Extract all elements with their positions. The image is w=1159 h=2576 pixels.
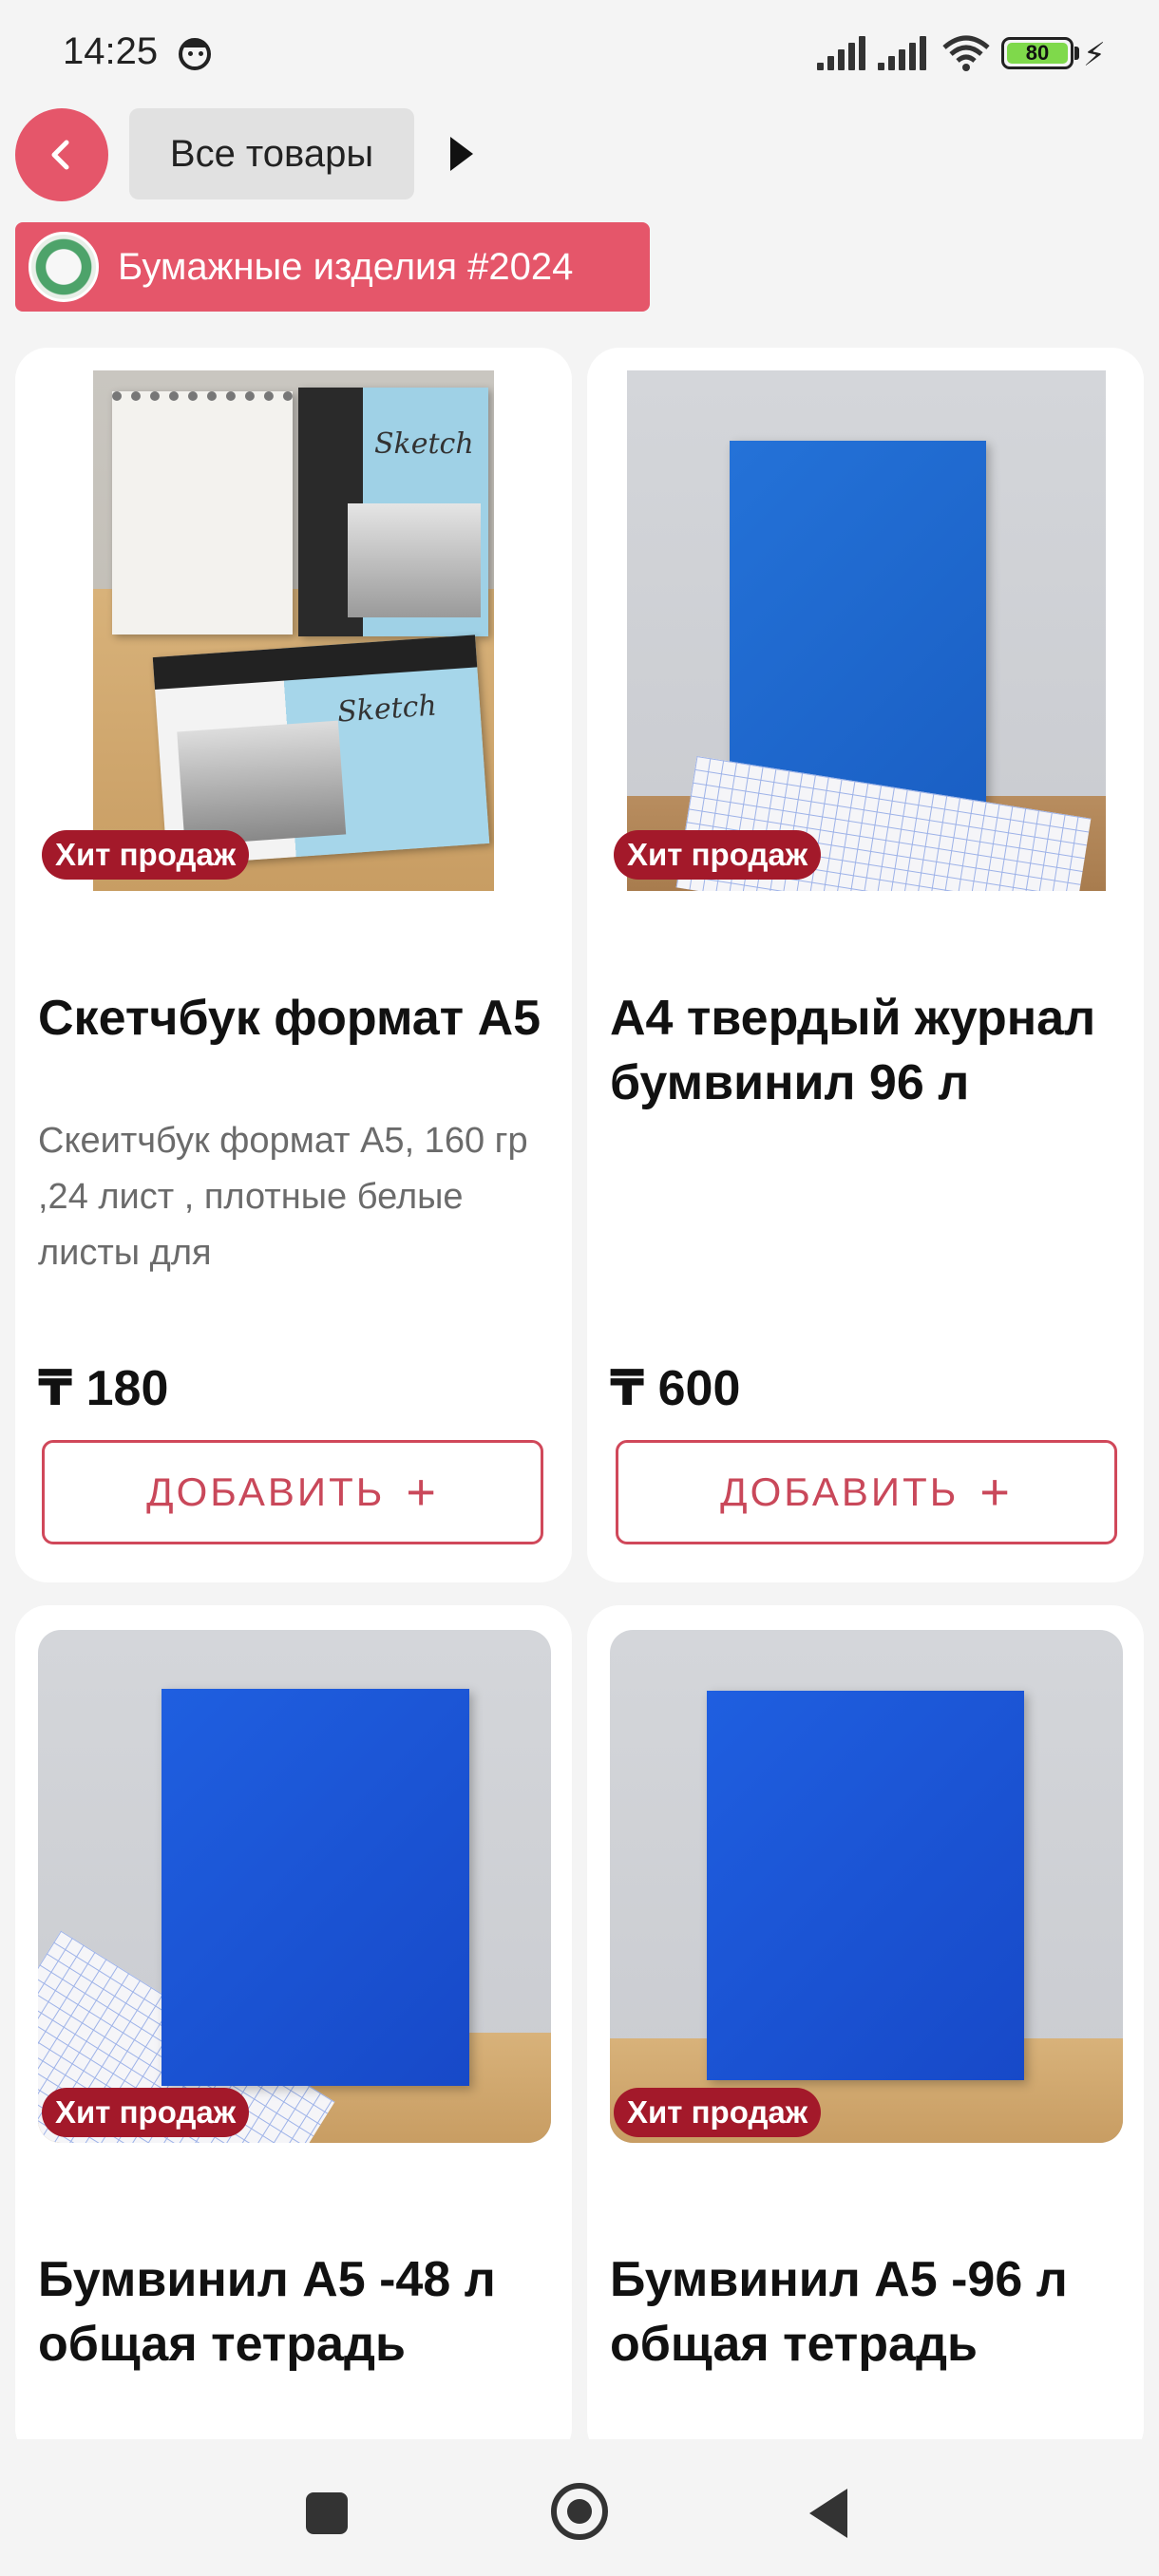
product-image[interactable]	[38, 1630, 551, 2143]
product-card[interactable]: Хит продаж А4 твердый журнал бумвинил 96…	[587, 348, 1144, 1582]
back-button[interactable]	[15, 108, 108, 201]
blue-notebook-illustration	[707, 1691, 1024, 2080]
product-price: ₸ 180	[38, 1361, 169, 1416]
chevron-left-icon	[51, 140, 69, 170]
charging-icon: ⚡	[1083, 37, 1106, 73]
play-icon[interactable]	[450, 137, 473, 171]
product-image[interactable]	[627, 370, 1106, 891]
status-bar: 14:25 80 ⚡	[0, 0, 1159, 104]
notification-face-icon	[179, 38, 211, 70]
category-chip[interactable]: Бумажные изделия #2024	[15, 222, 650, 312]
all-products-button[interactable]: Все товары	[129, 108, 414, 199]
product-card[interactable]: Хит продаж Бумвинил А5 -96 л общая тетра…	[587, 1605, 1144, 2460]
battery-tip	[1074, 47, 1079, 60]
bestseller-badge: Хит продаж	[614, 2088, 822, 2137]
wifi-icon	[942, 35, 990, 71]
product-price: ₸ 600	[610, 1361, 741, 1416]
plus-icon: +	[406, 1464, 439, 1521]
product-description: Скеитчбук формат А5, 160 гр ,24 лист , п…	[38, 1121, 528, 1273]
product-title[interactable]: Скетчбук формат А5	[38, 986, 560, 1051]
bestseller-badge: Хит продаж	[42, 830, 250, 880]
add-button-label: ДОБАВИТЬ	[146, 1469, 386, 1514]
plus-icon: +	[979, 1464, 1013, 1521]
status-time: 14:25	[63, 30, 159, 72]
product-card[interactable]: Sketch Sketch Хит продаж Скетчбук формат…	[15, 348, 572, 1582]
product-image[interactable]: Sketch Sketch	[93, 370, 494, 891]
category-thumbnail	[28, 232, 99, 302]
add-to-cart-button[interactable]: ДОБАВИТЬ +	[42, 1440, 543, 1544]
system-nav-bar	[0, 2439, 1159, 2576]
home-circle-icon[interactable]	[551, 2483, 608, 2540]
add-button-label: ДОБАВИТЬ	[720, 1469, 960, 1514]
square-icon[interactable]	[306, 2492, 348, 2534]
product-card[interactable]: Хит продаж Бумвинил А5 -48 л общая тетра…	[15, 1605, 572, 2460]
battery-level: 80	[1007, 43, 1068, 64]
product-title[interactable]: Бумвинил А5 -48 л общая тетрадь	[38, 2247, 560, 2377]
product-image[interactable]	[610, 1630, 1123, 2143]
add-to-cart-button[interactable]: ДОБАВИТЬ +	[616, 1440, 1117, 1544]
signal-icon	[878, 36, 926, 70]
triangle-back-icon[interactable]	[809, 2489, 847, 2538]
product-title[interactable]: А4 твердый журнал бумвинил 96 л	[610, 986, 1132, 1115]
product-title[interactable]: Бумвинил А5 -96 л общая тетрадь	[610, 2247, 1132, 2377]
bestseller-badge: Хит продаж	[42, 2088, 250, 2137]
battery-icon: 80	[1001, 37, 1074, 69]
category-label: Бумажные изделия #2024	[118, 245, 574, 288]
bestseller-badge: Хит продаж	[614, 830, 822, 880]
blue-notebook-illustration	[162, 1689, 469, 2086]
signal-icon	[817, 36, 865, 70]
blue-journal-illustration	[730, 441, 986, 807]
